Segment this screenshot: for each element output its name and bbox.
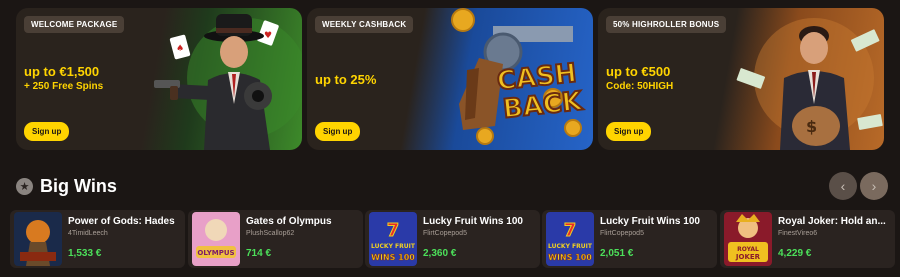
royal-logo-text: ROYAL [737,246,759,253]
promo-badge: 50% HIGHROLLER BONUS [606,16,727,33]
winner-username: FlirtCopepod5 [423,230,467,237]
wins100-logo-text: WINS 100 [371,253,415,262]
carousel-prev-button[interactable]: ‹ [829,172,857,200]
win-amount: 714 € [246,248,272,259]
game-thumbnail: ROYAL JOKER [724,212,772,266]
win-amount: 2,360 € [423,248,457,259]
big-wins-header: ★ Big Wins [16,174,117,198]
promo-subtitle: + 250 Free Spins [24,81,104,92]
promo-title: up to 25% [315,72,377,87]
game-name: Royal Joker: Hold an... [778,216,886,227]
game-thumbnail: OLYMPUS [192,212,240,266]
svg-text:$: $ [806,117,817,136]
chevron-right-icon: › [871,178,877,194]
carousel-next-button[interactable]: › [860,172,888,200]
star-icon: ★ [16,177,33,195]
big-wins-title: Big Wins [40,175,117,196]
lucky-fruit-logo-text: LUCKY FRUIT [548,243,593,250]
svg-text:♥: ♥ [264,31,272,41]
game-thumbnail: 7 LUCKY FRUIT WINS 100 [369,212,417,266]
win-amount: 4,229 € [778,248,812,259]
game-name: Lucky Fruit Wins 100 [600,216,700,227]
game-name: Lucky Fruit Wins 100 [423,216,523,227]
chevron-left-icon: ‹ [840,178,846,194]
promo-card-welcome[interactable]: ♠ ♥ WELCOME PACKAGE up to €1,500 + 250 F… [16,8,302,150]
signup-button[interactable]: Sign up [606,122,652,141]
svg-text:♠: ♠ [176,44,184,54]
promo-card-cashback[interactable]: CASH BACK WEEKLY CASHBACK up to 25% Sign… [307,8,593,150]
promo-badge: WEEKLY CASHBACK [315,16,414,33]
lucky-fruit-logo-text: LUCKY FRUIT [371,243,416,250]
big-win-item[interactable]: 7 LUCKY FRUIT WINS 100 Lucky Fruit Wins … [365,210,540,268]
promo-carousel: ♠ ♥ WELCOME PACKAGE up to €1,500 + 250 F… [16,8,884,150]
signup-button[interactable]: Sign up [24,122,70,141]
win-amount: 2,051 € [600,248,634,259]
big-wins-list: Power of Gods: Hades 4TimidLeech 1,533 €… [0,210,900,268]
joker-logo-text: JOKER [735,253,761,261]
game-name: Power of Gods: Hades [68,216,175,227]
svg-text:7: 7 [564,220,577,241]
win-amount: 1,533 € [68,248,102,259]
big-win-item[interactable]: ROYAL JOKER Royal Joker: Hold an... Fine… [720,210,895,268]
game-thumbnail [14,212,62,266]
winner-username: PlushScallop62 [246,230,295,237]
big-win-item[interactable]: OLYMPUS Gates of Olympus PlushScallop62 … [188,210,363,268]
promo-title: up to €1,500 [24,64,100,79]
svg-text:7: 7 [387,220,400,241]
promo-badge: WELCOME PACKAGE [24,16,125,33]
promo-subtitle: Code: 50HIGH [606,81,674,92]
promo-card-highroller[interactable]: $ 50% HIGHROLLER BONUS up to €500 Code: … [598,8,884,150]
big-win-item[interactable]: 7 LUCKY FRUIT WINS 100 Lucky Fruit Wins … [542,210,717,268]
promo-title: up to €500 [606,64,671,79]
cashback-revolver-illustration: CASH BACK [451,8,585,145]
big-win-item[interactable]: Power of Gods: Hades 4TimidLeech 1,533 € [10,210,185,268]
winner-username: FlirtCopepod5 [600,230,644,237]
wins100-logo-text: WINS 100 [548,253,592,262]
gangster-gun-illustration: ♠ ♥ [154,14,302,150]
game-thumbnail: 7 LUCKY FRUIT WINS 100 [546,212,594,266]
winner-username: 4TimidLeech [68,230,108,237]
winner-username: FinestVireo6 [778,230,818,237]
signup-button[interactable]: Sign up [315,122,361,141]
olympus-logo-text: OLYMPUS [197,249,234,257]
businessman-money-illustration: $ [736,18,883,150]
game-name: Gates of Olympus [246,216,332,227]
